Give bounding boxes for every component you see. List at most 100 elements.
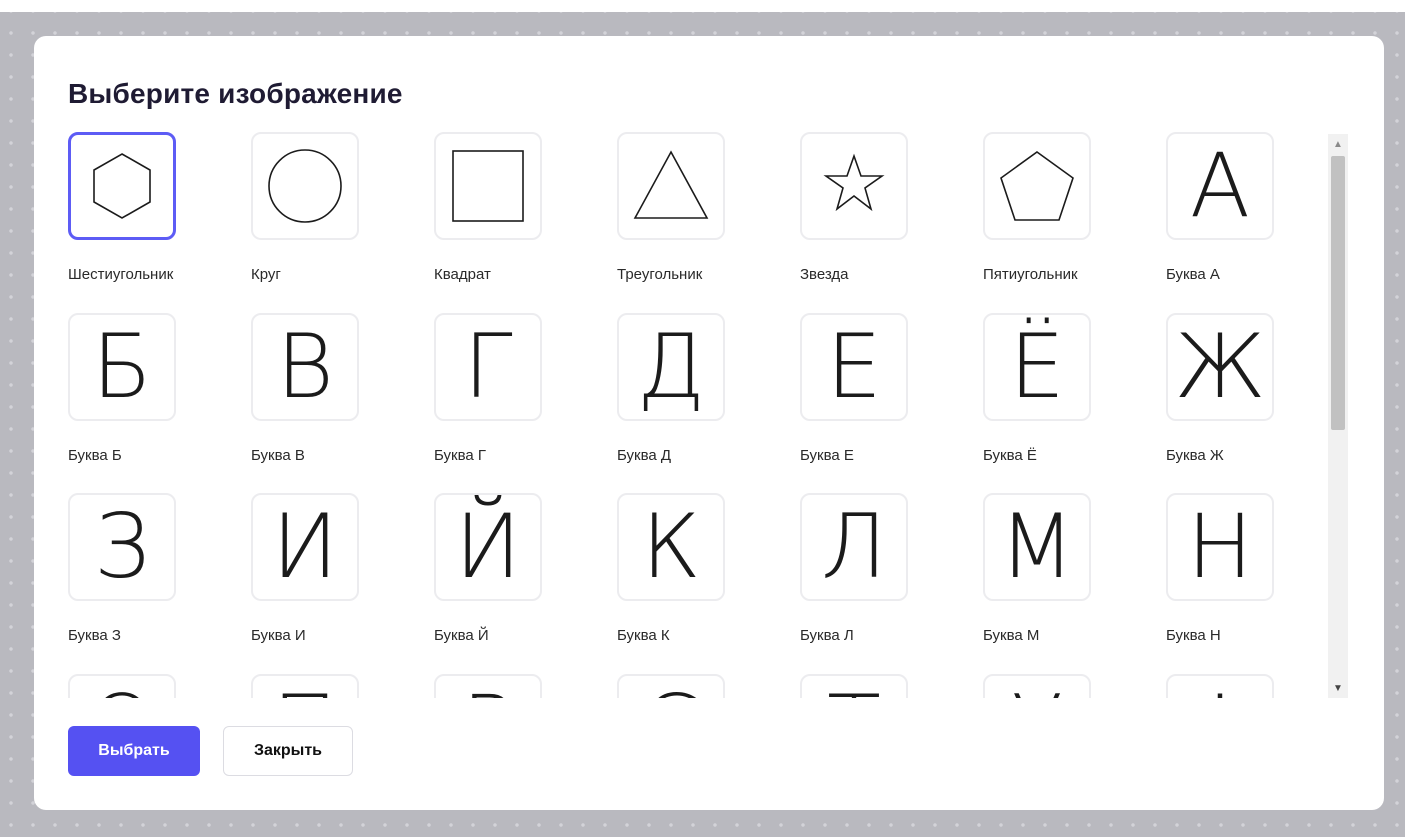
letter-glyph-icon: Ж bbox=[1174, 315, 1266, 418]
image-tile[interactable]: С bbox=[617, 674, 725, 698]
gallery-item-letter-11[interactable]: Д Буква Д bbox=[617, 313, 777, 483]
gallery-item-letter-16[interactable]: И Буква И bbox=[251, 493, 411, 663]
scroll-down-arrow-icon[interactable]: ▼ bbox=[1328, 678, 1348, 698]
gallery-item-letter-7[interactable]: А Буква А bbox=[1166, 132, 1326, 302]
image-tile[interactable]: А bbox=[1166, 132, 1274, 240]
star-icon bbox=[823, 153, 885, 212]
gallery-item-label: Буква К bbox=[617, 627, 670, 644]
gallery-item-letter-10[interactable]: Г Буква Г bbox=[434, 313, 594, 483]
image-tile[interactable] bbox=[251, 132, 359, 240]
image-tile[interactable]: М bbox=[983, 493, 1091, 601]
gallery-item-label: Буква И bbox=[251, 627, 306, 644]
gallery-item-label: Буква Г bbox=[434, 447, 487, 464]
gallery-item-letter-9[interactable]: В Буква В bbox=[251, 313, 411, 483]
gallery-item-label: Буква М bbox=[983, 627, 1040, 644]
gallery-item-letter-20[interactable]: М Буква М bbox=[983, 493, 1143, 663]
gallery-item-letter-21[interactable]: Н Буква Н bbox=[1166, 493, 1326, 663]
letter-glyph-icon: У bbox=[1010, 684, 1064, 699]
image-tile[interactable]: Д bbox=[617, 313, 725, 421]
gallery-item-star[interactable]: Звезда bbox=[800, 132, 960, 302]
letter-glyph-icon: И bbox=[271, 495, 339, 598]
image-tile[interactable]: В bbox=[251, 313, 359, 421]
triangle-icon bbox=[633, 150, 709, 219]
image-tile[interactable]: Н bbox=[1166, 493, 1274, 601]
gallery-item-label: Буква А bbox=[1166, 266, 1220, 283]
gallery-item-square[interactable]: Квадрат bbox=[434, 132, 594, 302]
image-tile[interactable]: Л bbox=[800, 493, 908, 601]
gallery-item-letter-8[interactable]: Б Буква Б bbox=[68, 313, 228, 483]
gallery-item-pentagon[interactable]: Пятиугольник bbox=[983, 132, 1143, 302]
image-tile[interactable] bbox=[983, 132, 1091, 240]
top-strip bbox=[0, 0, 1405, 12]
image-tile[interactable]: Г bbox=[434, 313, 542, 421]
image-tile[interactable]: З bbox=[68, 493, 176, 601]
gallery-item-label: Буква Ж bbox=[1166, 447, 1224, 464]
gallery-item-letter-14[interactable]: Ж Буква Ж bbox=[1166, 313, 1326, 483]
letter-glyph-icon: В bbox=[276, 315, 334, 418]
gallery-item-hexagon[interactable]: Шестиугольник bbox=[68, 132, 228, 302]
gallery-item-letter-18[interactable]: К Буква К bbox=[617, 493, 777, 663]
scrollbar-thumb[interactable] bbox=[1331, 156, 1345, 430]
letter-glyph-icon: Л bbox=[820, 495, 888, 598]
gallery-item-letter-12[interactable]: Е Буква Е bbox=[800, 313, 960, 483]
gallery-item-label: Пятиугольник bbox=[983, 266, 1078, 283]
gallery-item-label: Буква Н bbox=[1166, 627, 1221, 644]
gallery-item-triangle[interactable]: Треугольник bbox=[617, 132, 777, 302]
image-tile[interactable]: Т bbox=[800, 674, 908, 698]
image-tile[interactable] bbox=[800, 132, 908, 240]
image-tile[interactable]: Ж bbox=[1166, 313, 1274, 421]
image-tile[interactable] bbox=[617, 132, 725, 240]
gallery-item-letter-26[interactable]: Т bbox=[800, 674, 960, 698]
image-tile[interactable]: Й bbox=[434, 493, 542, 601]
letter-glyph-icon: О bbox=[87, 684, 156, 699]
gallery-item-letter-17[interactable]: Й Буква Й bbox=[434, 493, 594, 663]
letter-glyph-icon: З bbox=[94, 495, 150, 598]
gallery-item-letter-23[interactable]: П bbox=[251, 674, 411, 698]
image-tile[interactable]: Б bbox=[68, 313, 176, 421]
gallery-item-label: Буква В bbox=[251, 447, 305, 464]
image-gallery: Шестиугольник Круг Квадрат Треугольник Звезд… bbox=[34, 132, 1329, 698]
gallery-item-circle[interactable]: Круг bbox=[251, 132, 411, 302]
image-tile[interactable]: О bbox=[68, 674, 176, 698]
image-tile[interactable] bbox=[434, 132, 542, 240]
image-tile[interactable]: У bbox=[983, 674, 1091, 698]
letter-glyph-icon: А bbox=[1189, 134, 1251, 237]
letter-glyph-icon: Й bbox=[454, 495, 522, 598]
gallery-item-letter-15[interactable]: З Буква З bbox=[68, 493, 228, 663]
gallery-item-letter-27[interactable]: У bbox=[983, 674, 1143, 698]
letter-glyph-icon: Б bbox=[91, 315, 153, 418]
image-tile[interactable]: Е bbox=[800, 313, 908, 421]
gallery-scrollbar[interactable]: ▲ ▼ bbox=[1328, 134, 1348, 698]
gallery-item-letter-22[interactable]: О bbox=[68, 674, 228, 698]
select-button[interactable]: Выбрать bbox=[68, 726, 200, 776]
image-tile[interactable]: Ё bbox=[983, 313, 1091, 421]
image-tile[interactable]: И bbox=[251, 493, 359, 601]
image-tile[interactable]: К bbox=[617, 493, 725, 601]
image-tile[interactable]: Ф bbox=[1166, 674, 1274, 698]
image-tile[interactable]: П bbox=[251, 674, 359, 698]
gallery-item-letter-13[interactable]: Ё Буква Ё bbox=[983, 313, 1143, 483]
letter-glyph-icon: Н bbox=[1186, 495, 1254, 598]
hexagon-icon bbox=[93, 153, 151, 219]
letter-glyph-icon: Г bbox=[463, 315, 513, 418]
letter-glyph-icon: Е bbox=[826, 315, 882, 418]
gallery-item-label: Буква Й bbox=[434, 627, 489, 644]
gallery-item-label: Буква З bbox=[68, 627, 121, 644]
letter-glyph-icon: П bbox=[272, 684, 338, 699]
scroll-up-arrow-icon[interactable]: ▲ bbox=[1328, 134, 1348, 154]
gallery-item-letter-19[interactable]: Л Буква Л bbox=[800, 493, 960, 663]
gallery-item-letter-28[interactable]: Ф bbox=[1166, 674, 1326, 698]
gallery-item-letter-24[interactable]: Р bbox=[434, 674, 594, 698]
close-button[interactable]: Закрыть bbox=[223, 726, 353, 776]
gallery-item-label: Буква Ё bbox=[983, 447, 1037, 464]
letter-glyph-icon: К bbox=[641, 495, 701, 598]
gallery-item-label: Буква Б bbox=[68, 447, 122, 464]
image-tile[interactable]: Р bbox=[434, 674, 542, 698]
letter-glyph-icon: М bbox=[999, 495, 1075, 598]
gallery-item-label: Треугольник bbox=[617, 266, 703, 283]
image-tile[interactable] bbox=[68, 132, 176, 240]
gallery-item-letter-25[interactable]: С bbox=[617, 674, 777, 698]
circle-icon bbox=[268, 149, 342, 223]
letter-glyph-icon: Ё bbox=[1009, 315, 1065, 418]
letter-glyph-icon: Д bbox=[636, 315, 706, 418]
